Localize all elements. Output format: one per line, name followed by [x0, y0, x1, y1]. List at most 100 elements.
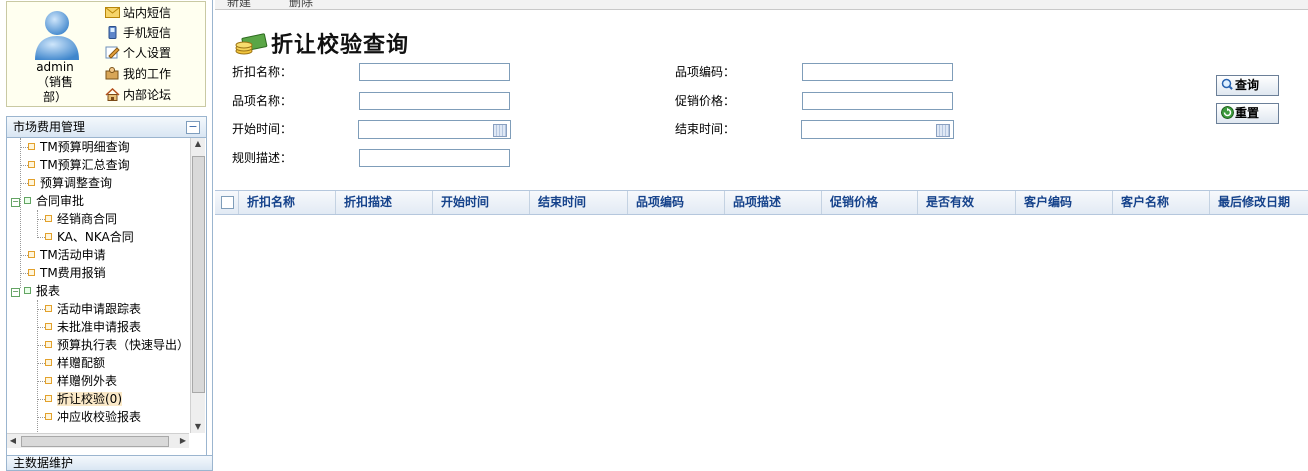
col-discount-name[interactable]: 折扣名称 — [239, 191, 336, 214]
query-button[interactable]: 查询 — [1216, 75, 1279, 96]
col-promo-price[interactable]: 促销价格 — [822, 191, 918, 214]
tree-leaf-icon — [45, 341, 52, 348]
briefcase-user-icon — [105, 67, 119, 80]
tree-folder-contract-approval[interactable]: − 合同审批 — [11, 192, 84, 210]
tree-item-label: TM费用报销 — [40, 266, 106, 280]
user-avatar-icon — [35, 11, 79, 60]
discount-name-label: 折扣名称： — [232, 65, 293, 79]
col-last-modified[interactable]: 最后修改日期 — [1210, 191, 1308, 214]
select-all-checkbox[interactable] — [221, 196, 234, 209]
tree-leaf-icon — [28, 251, 35, 258]
tree-item-tm-budget-summary[interactable]: TM预算汇总查询 — [28, 156, 130, 174]
reset-button[interactable]: 重置 — [1216, 103, 1279, 124]
rule-desc-input[interactable] — [359, 149, 510, 167]
promo-price-input[interactable] — [802, 92, 953, 110]
tree-leaf-icon — [45, 233, 52, 240]
scroll-down-icon[interactable]: ▼ — [191, 421, 205, 433]
scrollbar-thumb[interactable] — [192, 156, 205, 393]
tree-leaf-icon — [28, 161, 35, 168]
discount-name-input[interactable] — [359, 63, 510, 81]
tree-item-sample-exception[interactable]: 样赠例外表 — [45, 372, 117, 390]
tree-item-label: TM活动申请 — [40, 248, 106, 262]
col-start-time[interactable]: 开始时间 — [433, 191, 530, 214]
edit-settings-icon — [105, 46, 120, 59]
query-button-label: 查询 — [1235, 78, 1260, 92]
inbox-link[interactable]: 站内短信 — [105, 4, 171, 23]
tree-item-tm-expense[interactable]: TM费用报销 — [28, 264, 106, 282]
tree-leaf-icon — [28, 179, 35, 186]
user-panel: admin （销售 部） 站内短信 手机短信 个人设置 我的工作 内部论坛 — [6, 1, 206, 107]
tree-leaf-icon — [45, 413, 52, 420]
page-title: 折让校验查询 — [271, 32, 410, 58]
tree-item-label: 冲应收校验报表 — [57, 410, 142, 424]
tree-line — [37, 210, 38, 238]
my-work-label: 我的工作 — [123, 67, 172, 81]
tree-item-tm-activity-apply[interactable]: TM活动申请 — [28, 246, 106, 264]
calendar-icon[interactable] — [493, 124, 507, 137]
tree-leaf-icon — [45, 377, 52, 384]
tree-leaf-icon — [45, 359, 52, 366]
promo-price-label: 促销价格： — [675, 94, 736, 108]
item-name-input[interactable] — [359, 92, 510, 110]
col-is-valid[interactable]: 是否有效 — [918, 191, 1016, 214]
start-time-label: 开始时间： — [232, 122, 293, 136]
tree-collapse-icon[interactable]: − — [11, 198, 20, 207]
col-item-desc[interactable]: 品项描述 — [725, 191, 822, 214]
tree-item-sample-quota[interactable]: 样赠配额 — [45, 354, 105, 372]
tree-item-label: 经销商合同 — [57, 212, 118, 226]
tree-folder-reports[interactable]: − 报表 — [11, 282, 60, 300]
user-name: admin （销售 部） — [11, 60, 99, 105]
toolbar: 新建 删除 — [215, 0, 1308, 10]
tree-folder-icon — [24, 287, 31, 294]
item-code-label: 品项编码： — [675, 65, 736, 79]
refresh-icon — [1221, 106, 1234, 119]
tree-item-dealer-contract[interactable]: 经销商合同 — [45, 210, 117, 228]
forum-link[interactable]: 内部论坛 — [105, 86, 171, 105]
tree-item-label: 未批准申请报表 — [57, 320, 142, 334]
col-customer-name[interactable]: 客户名称 — [1113, 191, 1210, 214]
tree-item-unapproved-report[interactable]: 未批准申请报表 — [45, 318, 141, 336]
tree-item-discount-check[interactable]: 折让校验(0) — [45, 390, 122, 408]
scroll-up-icon[interactable]: ▲ — [191, 138, 205, 150]
tree-item-label: TM预算汇总查询 — [40, 158, 130, 172]
item-code-input[interactable] — [802, 63, 953, 81]
start-time-input[interactable] — [358, 120, 511, 139]
tree-item-budget-execution[interactable]: 预算执行表（快速导出） — [45, 336, 189, 354]
tree-item-activity-tracking[interactable]: 活动申请跟踪表 — [45, 300, 141, 318]
user-dept-line: （销售 — [36, 75, 73, 89]
tree-item-label: 合同审批 — [36, 194, 85, 208]
delete-button[interactable]: 删除 — [289, 0, 313, 9]
tree-item-label: 折让校验(0) — [57, 392, 122, 406]
scroll-left-icon[interactable]: ◀ — [7, 434, 19, 448]
tree-collapse-icon[interactable]: − — [11, 288, 20, 297]
col-discount-desc[interactable]: 折扣描述 — [336, 191, 433, 214]
master-data-panel-title: 主数据维护 — [13, 456, 74, 470]
col-item-code[interactable]: 品项编码 — [628, 191, 725, 214]
menu-vertical-scrollbar[interactable]: ▲ ▼ — [190, 138, 205, 433]
end-time-input[interactable] — [801, 120, 954, 139]
calendar-icon[interactable] — [936, 124, 950, 137]
tree-item-tm-budget-detail[interactable]: TM预算明细查询 — [28, 138, 130, 156]
scroll-right-icon[interactable]: ▶ — [177, 434, 189, 448]
col-end-time[interactable]: 结束时间 — [530, 191, 628, 214]
menu-horizontal-scrollbar[interactable]: ◀ ▶ — [7, 433, 189, 448]
tree-line — [37, 300, 38, 433]
tree-leaf-icon — [45, 323, 52, 330]
tree-item-ka-contract[interactable]: KA、NKA合同 — [45, 228, 134, 246]
tree-item-budget-adjust[interactable]: 预算调整查询 — [28, 174, 112, 192]
menu-tree: TM预算明细查询 TM预算汇总查询 预算调整查询 − 合同审批 经销商合同 KA、… — [7, 138, 189, 433]
menu-panel-header[interactable]: 市场费用管理 − — [7, 117, 206, 138]
tree-item-label: 预算调整查询 — [40, 176, 113, 190]
master-data-panel-header[interactable]: 主数据维护 — [6, 455, 213, 471]
tree-leaf-icon — [28, 269, 35, 276]
tree-item-label: KA、NKA合同 — [57, 230, 134, 244]
new-button[interactable]: 新建 — [227, 0, 251, 9]
scrollbar-thumb[interactable] — [21, 436, 169, 447]
personal-settings-link[interactable]: 个人设置 — [105, 44, 171, 63]
my-work-link[interactable]: 我的工作 — [105, 65, 171, 84]
magnifier-icon — [1221, 78, 1234, 91]
tree-item-receivable-check[interactable]: 冲应收校验报表 — [45, 408, 141, 426]
collapse-panel-button[interactable]: − — [186, 121, 200, 134]
col-customer-code[interactable]: 客户编码 — [1016, 191, 1113, 214]
sms-link[interactable]: 手机短信 — [105, 24, 171, 43]
